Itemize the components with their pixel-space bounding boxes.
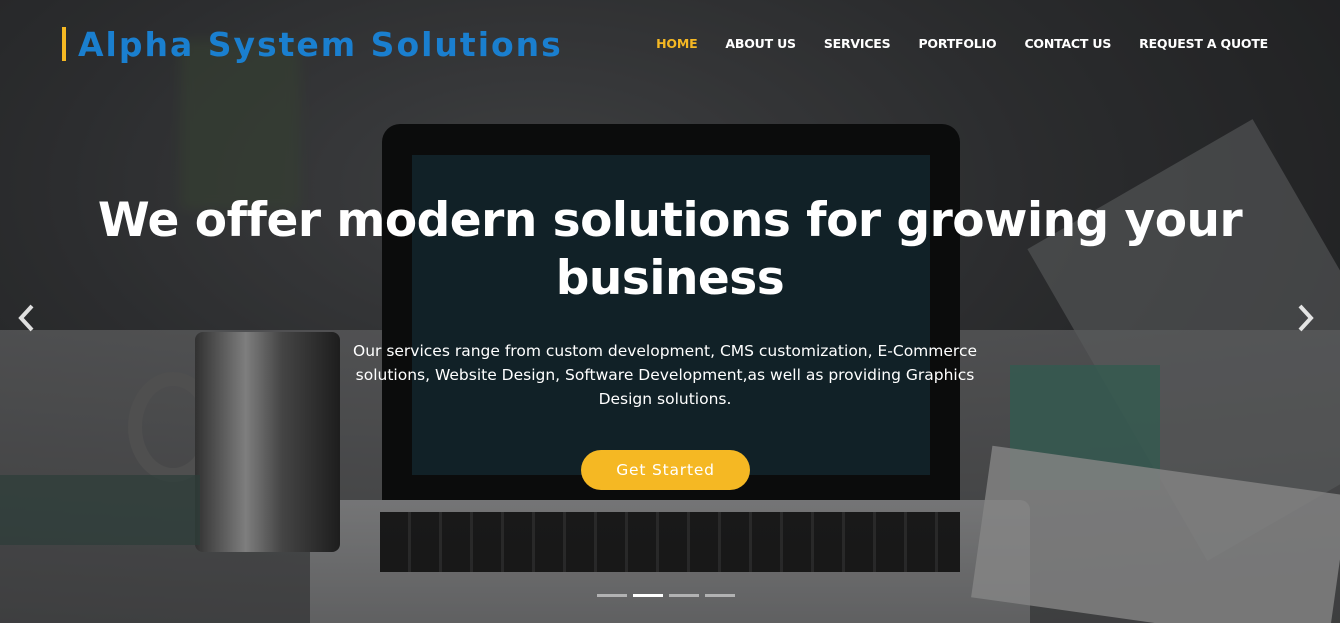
hero-headline: We offer modern solutions for growing yo… [60, 192, 1280, 308]
carousel-indicators [597, 594, 735, 597]
brand-logo[interactable]: Alpha System Solutions [62, 25, 563, 64]
hero-headline-line2: business [555, 251, 785, 306]
hero-description: Our services range from custom developme… [353, 342, 977, 408]
carousel-indicator-1[interactable] [597, 594, 627, 597]
nav-item-contact-us[interactable]: CONTACT US [1024, 36, 1111, 51]
nav-item-about-us[interactable]: ABOUT US [725, 36, 796, 51]
carousel-indicator-2[interactable] [633, 594, 663, 597]
main-nav: HOME ABOUT US SERVICES PORTFOLIO CONTACT… [656, 36, 1268, 51]
nav-item-request-a-quote[interactable]: REQUEST A QUOTE [1139, 36, 1268, 51]
carousel-next-button[interactable] [1288, 300, 1324, 336]
chevron-left-icon [18, 304, 34, 332]
brand-name[interactable]: Alpha System Solutions [78, 25, 563, 64]
hero-overlay [0, 0, 1340, 623]
nav-item-portfolio[interactable]: PORTFOLIO [918, 36, 996, 51]
hero-section [0, 0, 1340, 623]
carousel-prev-button[interactable] [8, 300, 44, 336]
nav-item-home[interactable]: HOME [656, 36, 697, 51]
nav-item-services[interactable]: SERVICES [824, 36, 891, 51]
carousel-indicator-4[interactable] [705, 594, 735, 597]
carousel-indicator-3[interactable] [669, 594, 699, 597]
brand-accent-bar [62, 27, 66, 61]
chevron-right-icon [1298, 304, 1314, 332]
get-started-button[interactable]: Get Started [581, 450, 750, 490]
hero-headline-line1: We offer modern solutions for growing yo… [97, 193, 1243, 248]
